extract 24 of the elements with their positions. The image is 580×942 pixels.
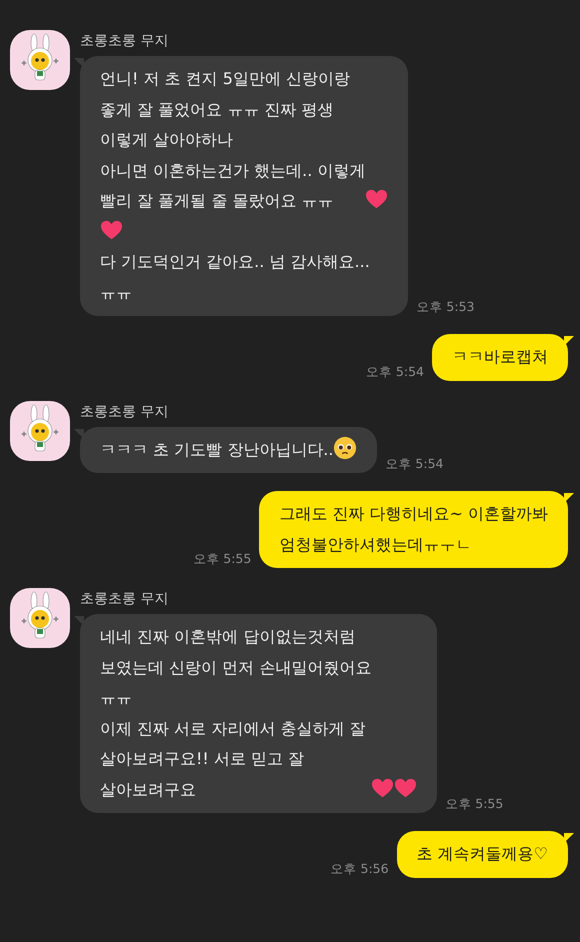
heart-icon: [100, 220, 123, 240]
message-time: 오후 5:55: [445, 796, 504, 813]
message-time: 오후 5:56: [330, 860, 389, 878]
message-text: 초 계속켜둘께용♡: [416, 843, 548, 865]
heart-icon: [365, 189, 388, 210]
message-text: 언니! 저 초 켠지 5일만에 신랑이랑 좋게 잘 풀었어요 ㅠㅠ 진짜 평생 이렇게 살아야하나 아니면 이혼하는건가 했는데.. 이렇게 빨리 잘 풀게될 줄 몰랐어요 ㅠㅠ: [100, 68, 366, 212]
avatar-icon: [10, 400, 70, 460]
message-time: 오후 5:54: [366, 364, 424, 380]
avatar-icon: [10, 588, 70, 648]
message-time: 오후 5:53: [416, 299, 474, 316]
sender-name: 초롱초롱 무지: [80, 32, 168, 50]
message-text: 그래도 진짜 다행히네요~ 이혼할까봐 엄청불안하셔했는데ㅠㅜㄴ: [279, 503, 548, 556]
sender-name: 초롱초롱 무지: [80, 402, 168, 420]
heart-icon: [394, 778, 418, 798]
message-text: 다 기도덕인거 같아요.. 넘 감사해요... ㅠㅠ: [100, 251, 370, 304]
sender-name: 초롱초롱 무지: [80, 590, 168, 608]
avatar-icon: [10, 30, 70, 90]
message-time: 오후 5:54: [385, 456, 444, 473]
message-text: ㅋㅋㅋ 초 기도빨 장난아닙니다..: [100, 438, 334, 460]
pleading-face-icon: [333, 436, 358, 460]
message-time: 오후 5:55: [193, 551, 252, 568]
heart-icon: [371, 778, 394, 798]
message-text: 네네 진짜 이혼밖에 답이없는것처럼 보였는데 신랑이 먼저 손내밀어줬어요 ㅠㅠ 이제 진짜 서로 자리에서 충실하게 잘 살아보려구요!! 서로 믿고 잘 살아보려구요: [100, 626, 372, 800]
message-text: ㅋㅋ바로캡쳐: [452, 346, 548, 368]
